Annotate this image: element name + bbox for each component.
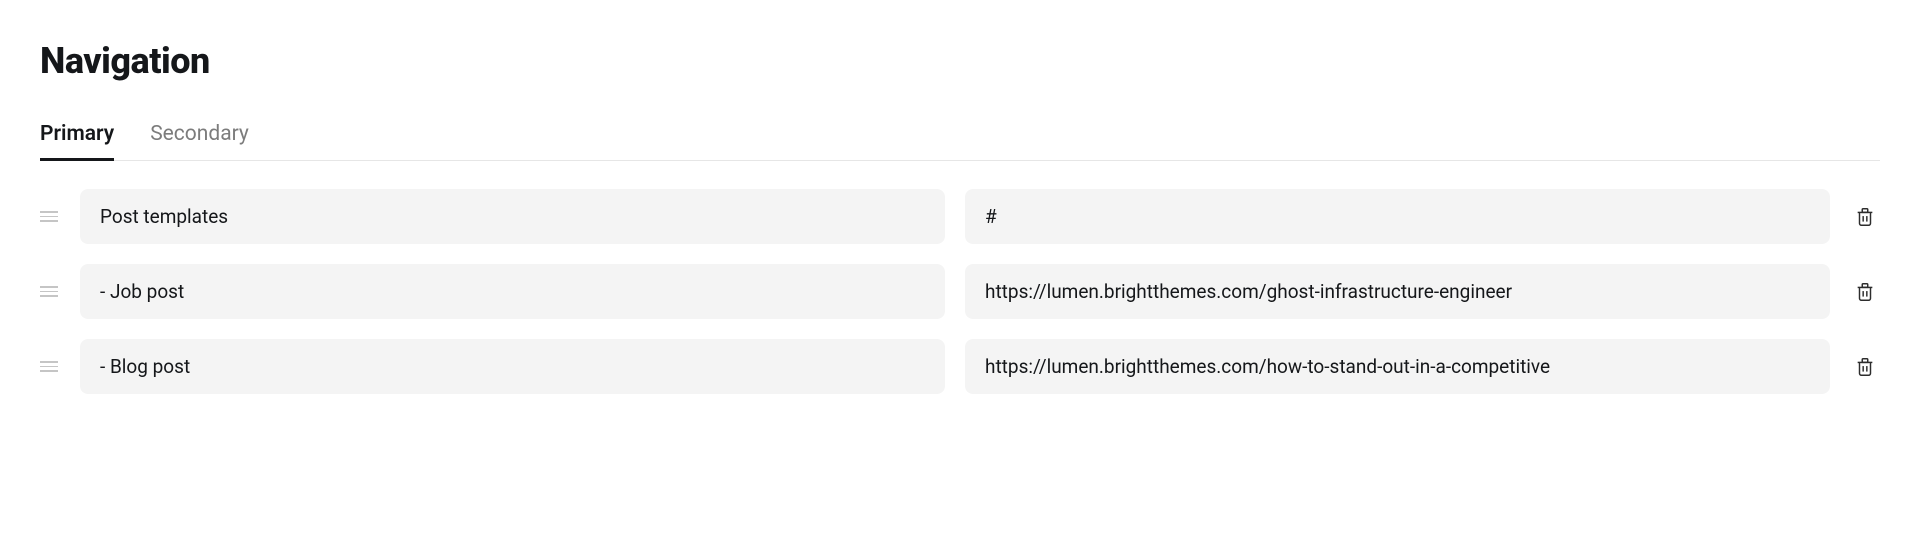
delete-button[interactable] <box>1850 352 1880 382</box>
delete-button[interactable] <box>1850 277 1880 307</box>
nav-url-input[interactable] <box>965 339 1830 394</box>
trash-icon <box>1854 281 1876 303</box>
delete-button[interactable] <box>1850 202 1880 232</box>
nav-row <box>40 339 1880 394</box>
drag-handle-icon[interactable] <box>40 357 60 376</box>
trash-icon <box>1854 206 1876 228</box>
nav-row <box>40 189 1880 244</box>
nav-label-input[interactable] <box>80 189 945 244</box>
page-title: Navigation <box>40 40 1880 82</box>
nav-row <box>40 264 1880 319</box>
nav-rows <box>40 189 1880 394</box>
nav-url-input[interactable] <box>965 189 1830 244</box>
nav-url-input[interactable] <box>965 264 1830 319</box>
tab-secondary[interactable]: Secondary <box>150 122 249 160</box>
nav-label-input[interactable] <box>80 264 945 319</box>
drag-handle-icon[interactable] <box>40 282 60 301</box>
tab-primary[interactable]: Primary <box>40 122 114 160</box>
nav-label-input[interactable] <box>80 339 945 394</box>
tabs: Primary Secondary <box>40 122 1880 161</box>
drag-handle-icon[interactable] <box>40 207 60 226</box>
trash-icon <box>1854 356 1876 378</box>
